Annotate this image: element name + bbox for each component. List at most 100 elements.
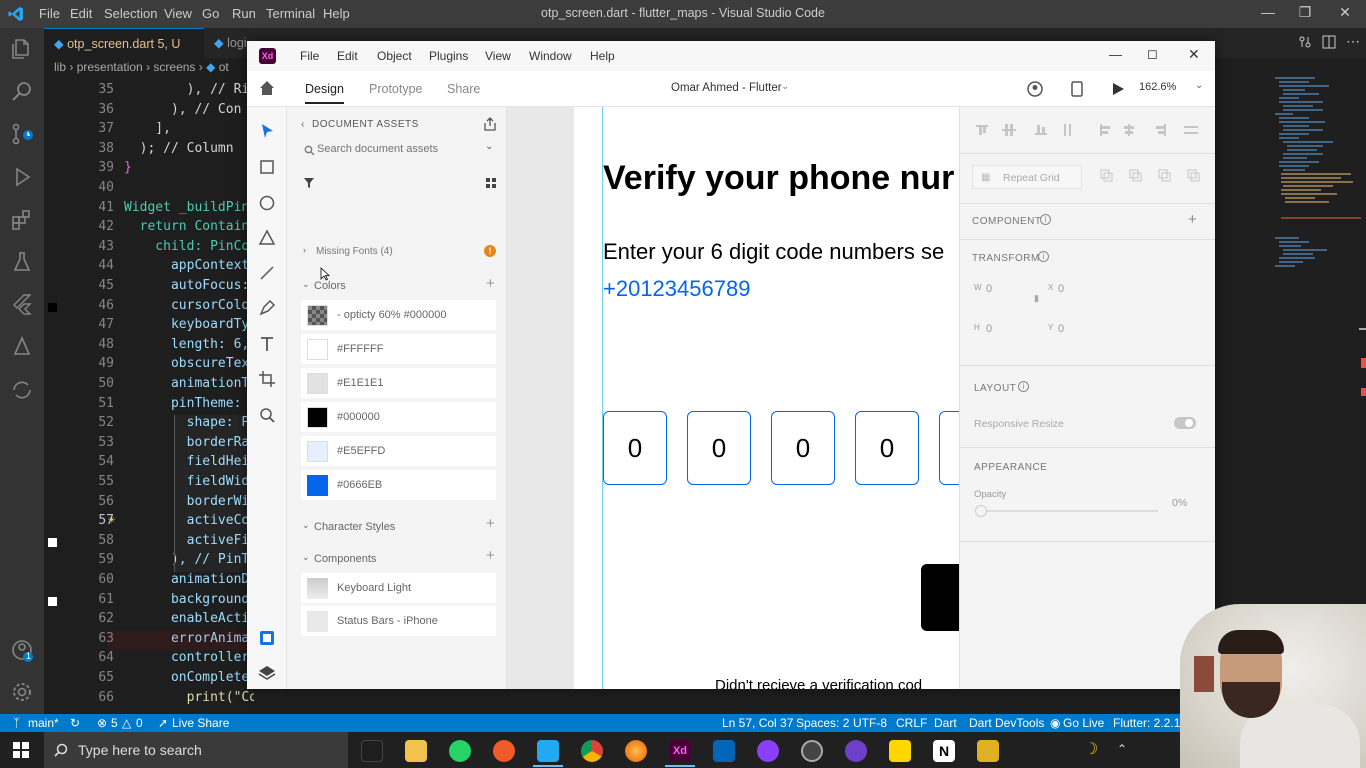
line-tool-icon[interactable] bbox=[257, 263, 277, 283]
settings-gear-icon[interactable] bbox=[10, 680, 34, 704]
chrome-icon[interactable] bbox=[581, 740, 603, 762]
code-line[interactable]: child: PinCo bbox=[124, 239, 249, 254]
flutter-icon[interactable] bbox=[10, 292, 34, 316]
code-line[interactable]: ), // Con bbox=[124, 102, 241, 117]
xd-close-icon[interactable]: ✕ bbox=[1188, 46, 1200, 63]
polygon-tool-icon[interactable] bbox=[257, 228, 277, 248]
branch-name[interactable]: main* bbox=[28, 716, 59, 730]
component-row[interactable]: Status Bars - iPhone bbox=[301, 606, 496, 636]
restore-icon[interactable]: ❐ bbox=[1296, 4, 1314, 22]
colors-section-title[interactable]: Colors bbox=[314, 280, 346, 292]
xd-menu-object[interactable]: Object bbox=[377, 49, 412, 63]
character-styles-title[interactable]: Character Styles bbox=[314, 521, 395, 533]
encoding[interactable]: UTF-8 bbox=[853, 716, 887, 730]
breakpoint-marker[interactable] bbox=[48, 537, 57, 547]
firefox-icon[interactable] bbox=[625, 740, 647, 762]
code-line[interactable]: } bbox=[124, 160, 132, 175]
document-title[interactable]: Omar Ahmed - Flutter bbox=[671, 82, 782, 94]
otp-digit-box[interactable]: 0 bbox=[771, 411, 835, 485]
taskbar-search-box[interactable]: Type here to search bbox=[44, 732, 348, 768]
docker-icon[interactable] bbox=[10, 334, 34, 358]
code-line[interactable]: length: 6, bbox=[124, 337, 249, 352]
live-share-icon[interactable] bbox=[10, 378, 34, 402]
pen-tool-icon[interactable] bbox=[257, 298, 277, 318]
code-line[interactable]: print("Completed"); bbox=[124, 690, 254, 705]
align-icons[interactable] bbox=[974, 122, 1204, 138]
color-swatch-row[interactable]: - opticty 60% #000000 bbox=[301, 300, 496, 330]
app-icon[interactable] bbox=[757, 740, 779, 762]
boolean-ops-icons[interactable] bbox=[1100, 169, 1200, 183]
add-component-icon[interactable]: + bbox=[486, 547, 495, 564]
sync-icon[interactable]: ↻ bbox=[70, 716, 80, 730]
tray-chevron-icon[interactable]: ⌃ bbox=[1117, 742, 1127, 756]
color-swatch-row[interactable]: #E5EFFD bbox=[301, 436, 496, 466]
opacity-value[interactable]: 0% bbox=[1172, 497, 1187, 509]
indentation[interactable]: Spaces: 2 bbox=[796, 716, 849, 730]
assets-panel-icon[interactable] bbox=[257, 628, 277, 648]
dart-devtools-button[interactable]: Dart DevTools bbox=[969, 716, 1044, 730]
language-mode[interactable]: Dart bbox=[934, 716, 957, 730]
zoom-chevron-icon[interactable]: ⌄ bbox=[1195, 80, 1203, 91]
live-share-button[interactable]: Live Share bbox=[172, 716, 229, 730]
run-debug-icon[interactable] bbox=[10, 165, 34, 189]
otp-digit-box[interactable]: 0 bbox=[855, 411, 919, 485]
code-line[interactable]: animationT bbox=[124, 376, 249, 391]
lightbulb-icon[interactable]: ☀ bbox=[108, 513, 115, 527]
text-tool-icon[interactable] bbox=[257, 334, 277, 354]
obs-icon[interactable] bbox=[801, 740, 823, 762]
code-line[interactable]: ); // Column bbox=[124, 141, 234, 156]
otp-digit-box-partial[interactable] bbox=[939, 411, 959, 485]
zoom-tool-icon[interactable] bbox=[257, 405, 277, 425]
code-editor[interactable]: 35 ), // Ri 36 ), // Con 37 ], 38 ); // Col… bbox=[44, 78, 254, 714]
add-color-icon[interactable]: + bbox=[486, 275, 495, 292]
github-desktop-icon[interactable] bbox=[845, 740, 867, 762]
code-line[interactable]: pinTheme: bbox=[124, 396, 249, 411]
layers-icon[interactable] bbox=[257, 663, 277, 683]
device-preview-icon[interactable] bbox=[1071, 81, 1083, 97]
breadcrumb-item[interactable]: presentation bbox=[77, 60, 143, 74]
add-character-style-icon[interactable]: + bbox=[486, 515, 495, 532]
responsive-resize-toggle[interactable] bbox=[1174, 417, 1196, 429]
artboard[interactable]: Verify your phone nur Enter your 6 digit… bbox=[574, 107, 959, 689]
tab-share[interactable]: Share bbox=[447, 82, 480, 96]
zoom-level[interactable]: 162.6% bbox=[1139, 81, 1176, 93]
code-line[interactable]: controller bbox=[124, 650, 249, 665]
height-field[interactable]: 0 bbox=[986, 323, 992, 335]
code-line[interactable]: onComplete bbox=[124, 670, 249, 685]
artboard-subtitle[interactable]: Enter your 6 digit code numbers se bbox=[603, 239, 944, 265]
code-line[interactable]: ), // Ri bbox=[124, 82, 250, 97]
play-icon[interactable] bbox=[1111, 82, 1125, 96]
repeat-grid-button[interactable]: ▦ Repeat Grid bbox=[972, 165, 1082, 189]
app-icon[interactable] bbox=[977, 740, 999, 762]
collapse-chevron-icon[interactable]: ⌄ bbox=[302, 279, 310, 290]
close-icon[interactable]: ✕ bbox=[1336, 4, 1354, 22]
compare-icon[interactable] bbox=[1298, 35, 1312, 49]
sticky-notes-icon[interactable] bbox=[889, 740, 911, 762]
verify-button[interactable] bbox=[921, 564, 959, 631]
xd-maximize-icon[interactable]: ◻ bbox=[1147, 46, 1158, 62]
branch-icon[interactable]: ᛉ bbox=[13, 716, 20, 730]
line-ending[interactable]: CRLF bbox=[896, 716, 927, 730]
postman-icon[interactable] bbox=[493, 740, 515, 762]
xd-menu-file[interactable]: File bbox=[300, 49, 319, 63]
whatsapp-icon[interactable] bbox=[449, 740, 471, 762]
export-icon[interactable] bbox=[483, 117, 497, 131]
collapse-chevron-icon[interactable]: ⌄ bbox=[302, 520, 310, 531]
testing-icon[interactable] bbox=[10, 250, 34, 274]
tab-otp-screen[interactable]: ◆ otp_screen.dart 5, U bbox=[44, 28, 204, 58]
chevron-down-icon[interactable]: ⌄ bbox=[781, 81, 789, 92]
artboard-heading[interactable]: Verify your phone nur bbox=[603, 159, 954, 198]
component-row[interactable]: Keyboard Light bbox=[301, 573, 496, 603]
xd-menu-view[interactable]: View bbox=[485, 49, 511, 63]
tab-design[interactable]: Design bbox=[305, 82, 344, 104]
width-field[interactable]: 0 bbox=[986, 283, 992, 295]
search-filter-chevron-icon[interactable]: ⌄ bbox=[485, 141, 493, 152]
user-icon[interactable] bbox=[1027, 81, 1043, 97]
code-line[interactable]: enableActi bbox=[124, 611, 249, 626]
xd-menu-plugins[interactable]: Plugins bbox=[429, 49, 468, 63]
mail-icon[interactable] bbox=[713, 740, 735, 762]
artboard-phone-number[interactable]: +20123456789 bbox=[603, 276, 750, 302]
expand-chevron-icon[interactable]: › bbox=[303, 245, 306, 255]
add-component-icon[interactable]: + bbox=[1188, 211, 1197, 228]
collapse-chevron-icon[interactable]: ⌄ bbox=[302, 552, 310, 563]
